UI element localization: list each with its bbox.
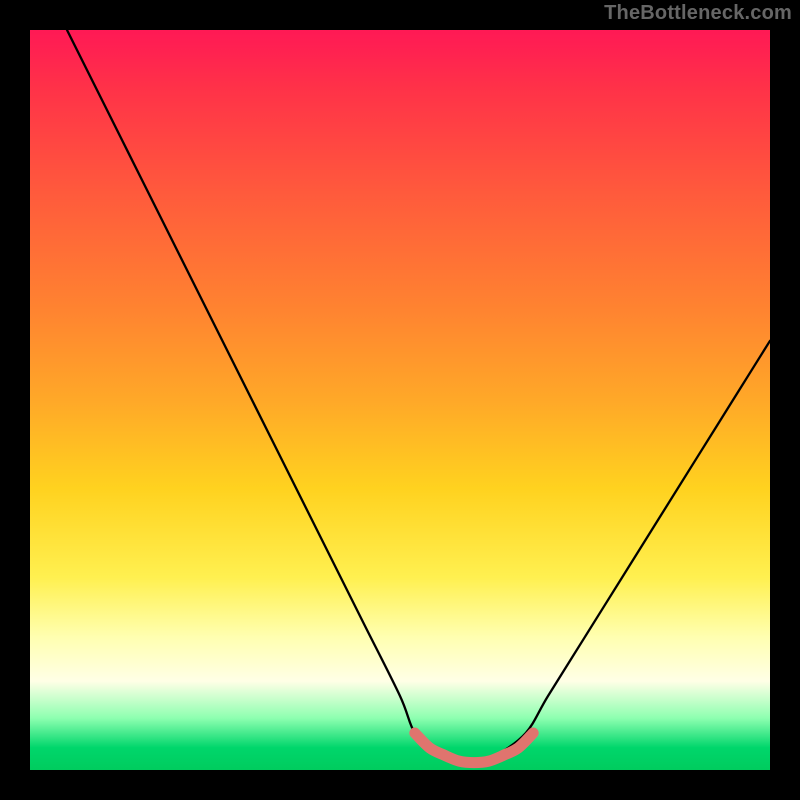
- chart-frame: TheBottleneck.com: [0, 0, 800, 800]
- curve-svg: [30, 30, 770, 770]
- watermark-text: TheBottleneck.com: [604, 2, 792, 25]
- bottleneck-curve: [67, 30, 770, 764]
- plot-area: [30, 30, 770, 770]
- optimal-zone-curve: [415, 733, 533, 763]
